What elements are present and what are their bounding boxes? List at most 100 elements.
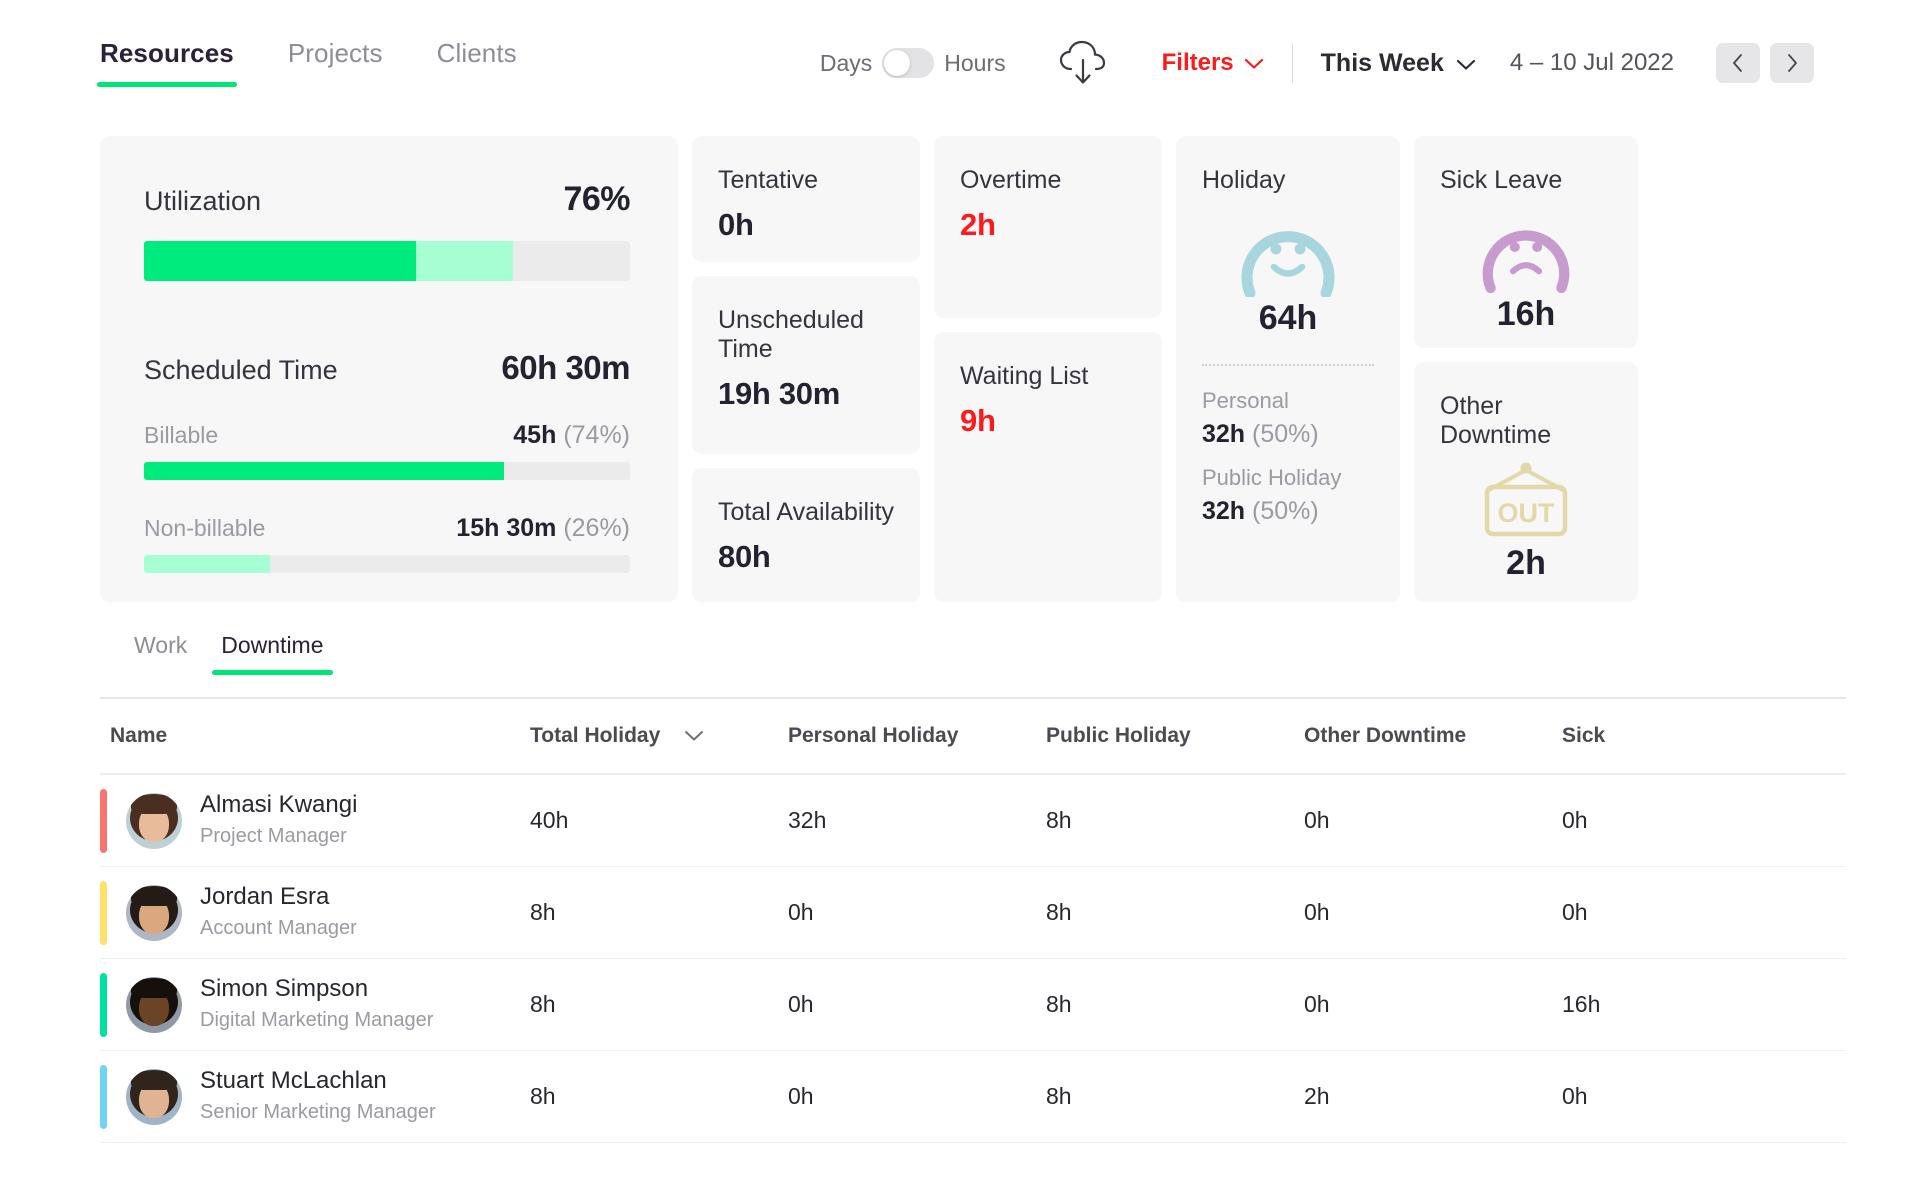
subtab-downtime-label: Downtime — [221, 632, 324, 658]
avatar[interactable] — [126, 976, 182, 1033]
card-waiting-list: Waiting List 9h — [934, 332, 1162, 602]
svg-text:OUT: OUT — [1498, 498, 1556, 528]
availability-value: 80h — [718, 539, 771, 574]
row-role: Senior Marketing Manager — [200, 1100, 436, 1123]
filters-button[interactable]: Filters — [1162, 49, 1264, 77]
card-unscheduled-time: Unscheduled Time 19h 30m — [692, 276, 920, 454]
card-overtime: Overtime 2h — [934, 136, 1162, 318]
summary-cards: Utilization 76% Scheduled Time 60h 30m B… — [100, 136, 1812, 602]
tab-resources[interactable]: Resources — [97, 38, 237, 87]
col-header-other-downtime[interactable]: Other Downtime — [1304, 724, 1562, 748]
waiting-value: 9h — [960, 403, 996, 438]
column-tentative: Tentative 0h Unscheduled Time 19h 30m To… — [692, 136, 920, 602]
col-header-personal-holiday-label: Personal Holiday — [788, 724, 959, 747]
cell-public-holiday: 8h — [1046, 1083, 1072, 1109]
smiley-face-icon — [1202, 201, 1374, 297]
tab-projects[interactable]: Projects — [288, 38, 383, 87]
subtab-work[interactable]: Work — [134, 632, 187, 675]
cloud-download-icon[interactable] — [1056, 36, 1110, 90]
holiday-value: 64h — [1258, 299, 1318, 337]
period-label: This Week — [1320, 48, 1444, 77]
avatar[interactable] — [126, 884, 182, 941]
other-downtime-title: Other Downtime — [1440, 392, 1552, 449]
sick-leave-title: Sick Leave — [1440, 166, 1563, 194]
divider — [1291, 43, 1293, 83]
availability-title: Total Availability — [718, 498, 895, 526]
subtab-downtime[interactable]: Downtime — [212, 632, 333, 675]
chevron-down-icon[interactable] — [684, 726, 704, 747]
cell-other-downtime: 0h — [1304, 991, 1330, 1017]
nonbillable-pct: (26%) — [563, 514, 630, 542]
avatar[interactable] — [126, 792, 182, 849]
col-header-public-holiday-label: Public Holiday — [1046, 724, 1191, 747]
row-name: Stuart McLachlan — [200, 1067, 387, 1095]
nonbillable-value: 15h 30m (26%) — [456, 514, 630, 543]
col-header-personal-holiday[interactable]: Personal Holiday — [788, 724, 1046, 748]
cell-name: Stuart McLachlan Senior Marketing Manager — [100, 1067, 530, 1125]
cell-sick: 0h — [1562, 899, 1588, 925]
col-header-sick[interactable]: Sick — [1562, 724, 1802, 748]
card-utilization: Utilization 76% Scheduled Time 60h 30m B… — [100, 136, 678, 602]
period-selector[interactable]: This Week — [1321, 49, 1476, 78]
days-hours-toggle[interactable]: Days Hours — [820, 48, 1006, 78]
scheduled-value: 60h 30m — [501, 349, 630, 386]
downtime-table: Name Total Holiday Personal Holiday Publ… — [100, 699, 1846, 1143]
date-range: 4 – 10 Jul 2022 — [1509, 49, 1674, 76]
tentative-value: 0h — [718, 207, 754, 242]
toggle-days-label: Days — [819, 49, 873, 76]
row-name: Almasi Kwangi — [200, 791, 358, 819]
tentative-title: Tentative — [718, 166, 819, 194]
col-header-public-holiday[interactable]: Public Holiday — [1046, 724, 1304, 748]
sad-face-icon — [1440, 201, 1612, 293]
toggle-knob — [884, 50, 911, 76]
nonbillable-hours: 15h 30m — [456, 514, 557, 542]
row-name: Jordan Esra — [200, 883, 330, 911]
toggle-switch[interactable] — [882, 48, 935, 78]
holiday-public-pct: (50%) — [1252, 497, 1319, 525]
table-row[interactable]: Simon Simpson Digital Marketing Manager 8h… — [100, 959, 1846, 1051]
next-period-button[interactable] — [1770, 43, 1814, 83]
tab-clients[interactable]: Clients — [437, 38, 517, 87]
card-total-availability: Total Availability 80h — [692, 468, 920, 602]
col-header-total-holiday[interactable]: Total Holiday — [530, 724, 788, 748]
chevron-down-icon — [1244, 49, 1264, 77]
utilization-title: Utilization — [144, 186, 262, 216]
nonbillable-bar — [144, 555, 630, 573]
subtab-work-label: Work — [134, 632, 188, 658]
cell-public-holiday: 8h — [1046, 991, 1072, 1017]
col-header-sick-label: Sick — [1562, 724, 1606, 747]
table-row[interactable]: Jordan Esra Account Manager 8h 0h 8h 0h 0h — [100, 867, 1846, 959]
out-sign-icon: OUT — [1440, 456, 1612, 542]
holiday-public-hours: 32h — [1202, 497, 1246, 525]
main-tab-bar: Resources Projects Clients — [97, 38, 571, 87]
dotted-divider — [1202, 364, 1374, 366]
row-accent-bar — [100, 1065, 107, 1129]
nonbillable-bar-fill — [144, 555, 271, 573]
app-root: Resources Projects Clients Days Hours Fi… — [0, 0, 1912, 1190]
cell-sick: 16h — [1562, 991, 1601, 1017]
holiday-personal-hours: 32h — [1202, 420, 1246, 448]
cell-personal-holiday: 0h — [788, 991, 814, 1017]
utilization-bar-light — [416, 241, 514, 281]
card-holiday: Holiday 64h Personal 32h (50%) Public Ho… — [1176, 136, 1400, 602]
col-header-name[interactable]: Name — [100, 724, 530, 748]
top-bar: Resources Projects Clients Days Hours Fi… — [0, 0, 1912, 104]
table-row[interactable]: Almasi Kwangi Project Manager 40h 32h 8h 0h 0h — [100, 775, 1846, 867]
unscheduled-value: 19h 30m — [718, 376, 840, 411]
cell-name: Almasi Kwangi Project Manager — [100, 791, 530, 849]
table-row[interactable]: Stuart McLachlan Senior Marketing Manager… — [100, 1051, 1846, 1143]
cell-total-holiday: 40h — [530, 807, 569, 833]
cell-total-holiday: 8h — [530, 991, 556, 1017]
overtime-title: Overtime — [960, 166, 1062, 194]
tab-resources-label: Resources — [100, 38, 234, 68]
row-role: Account Manager — [200, 916, 357, 939]
billable-bar — [144, 462, 630, 480]
billable-label: Billable — [144, 422, 219, 448]
row-role: Digital Marketing Manager — [200, 1008, 434, 1031]
prev-period-button[interactable] — [1716, 43, 1760, 83]
row-accent-bar — [100, 973, 107, 1037]
avatar[interactable] — [126, 1068, 182, 1125]
cell-other-downtime: 0h — [1304, 899, 1330, 925]
column-sick-other: Sick Leave 16h Other Downtime OUT 2h — [1414, 136, 1638, 602]
table-header-row: Name Total Holiday Personal Holiday Publ… — [100, 699, 1846, 775]
